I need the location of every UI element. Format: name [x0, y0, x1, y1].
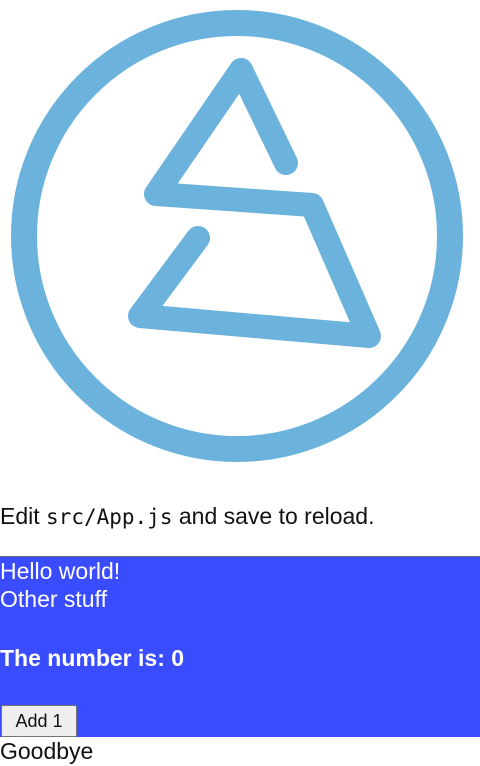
triangle-s-logo-icon [11, 10, 463, 462]
goodbye-text: Goodbye [0, 738, 94, 764]
blue-content-panel: Hello world! Other stuff The number is: … [0, 556, 480, 737]
hello-text: Hello world! [0, 558, 121, 584]
edit-instruction-prefix: Edit [0, 503, 47, 529]
source-file-path: src/App.js [46, 505, 173, 529]
other-text: Other stuff [0, 586, 107, 612]
number-display: The number is: 0 [0, 645, 185, 671]
edit-instruction: Edit src/App.js and save to reload. [0, 500, 375, 533]
app-logo [0, 0, 480, 480]
add-one-button[interactable]: Add 1 [1, 705, 77, 737]
edit-instruction-suffix: and save to reload. [172, 503, 375, 529]
